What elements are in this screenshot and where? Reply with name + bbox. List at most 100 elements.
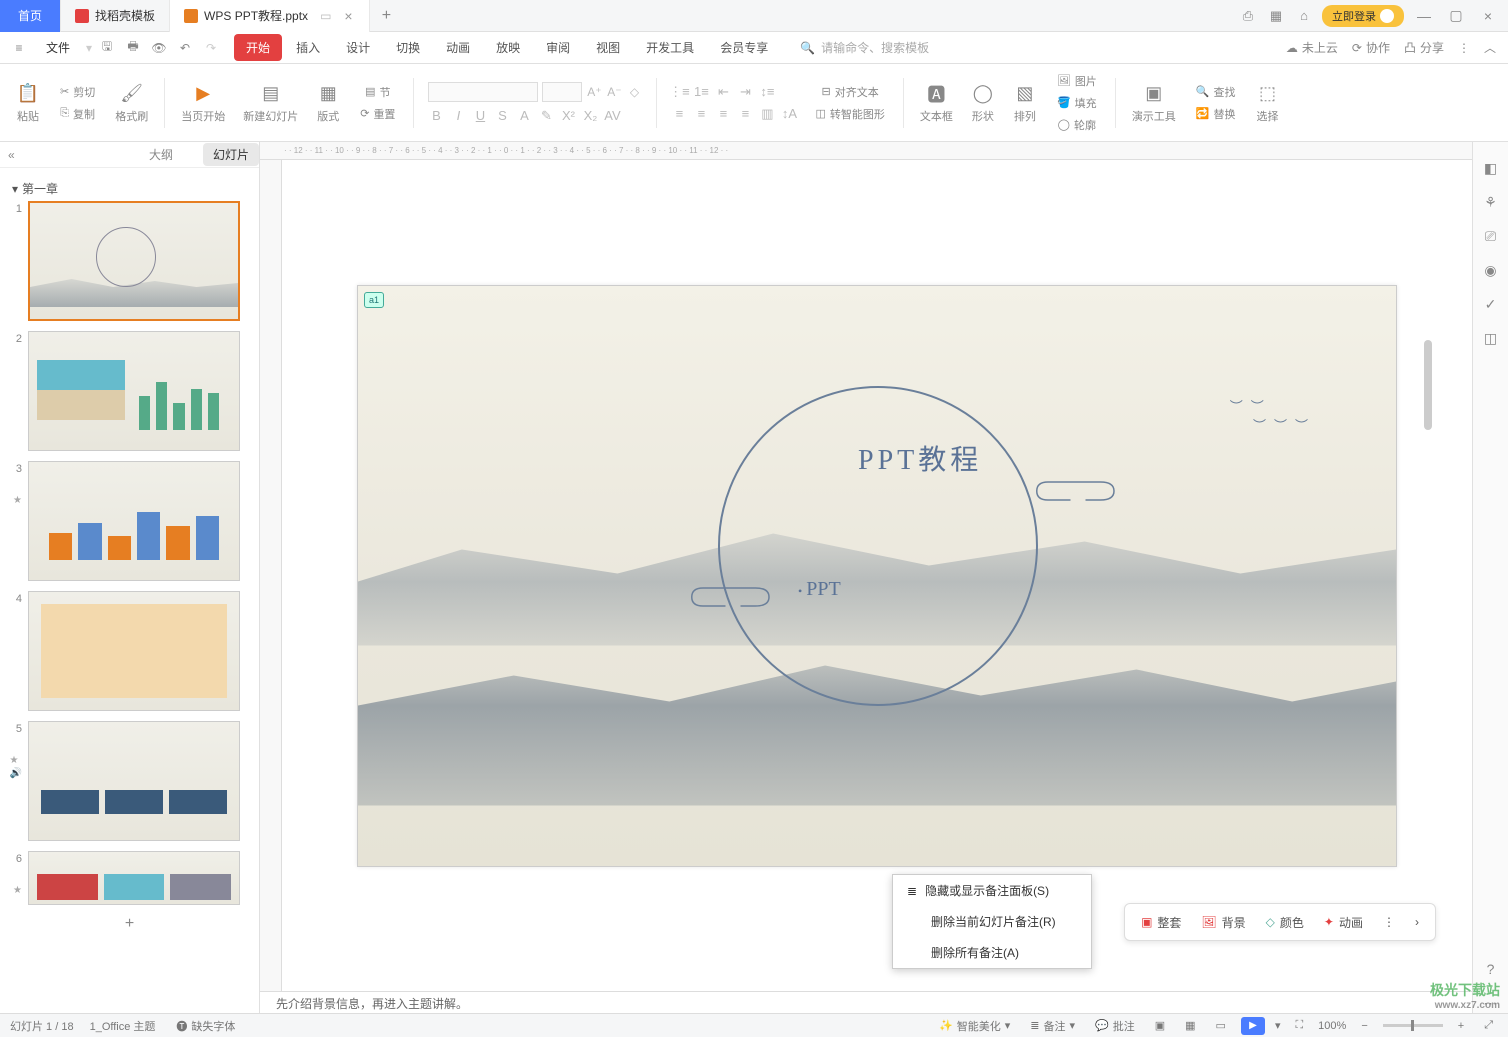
slide-thumb-5[interactable] [28,721,240,841]
rp-resource-icon[interactable]: ◉ [1481,260,1501,280]
missing-font-button[interactable]: 🅣缺失字体 [171,1016,240,1036]
section-header[interactable]: ▾第一章 [6,176,253,201]
menu-tab-animation[interactable]: 动画 [434,34,482,61]
chevron-down-icon[interactable]: ▾ [1275,1019,1281,1032]
menu-tab-insert[interactable]: 插入 [284,34,332,61]
tab-home[interactable]: 首页 [0,0,61,32]
tab-outline[interactable]: 大纲 [139,143,183,166]
slide-thumb-4[interactable] [28,591,240,711]
font-size-input[interactable] [542,82,582,102]
qb-more-icon[interactable]: ⋮ [1375,911,1403,933]
fullscreen-icon[interactable]: ⤢ [1479,1017,1498,1034]
new-slide-button[interactable]: ▤新建幻灯片 [237,78,304,128]
slide-thumb-1[interactable] [28,201,240,321]
textbox-button[interactable]: 🅰文本框 [914,78,959,128]
align-right-icon[interactable]: ≡ [715,106,731,122]
collapse-ribbon-icon[interactable]: ︿ [1484,39,1496,56]
increase-font-icon[interactable]: A⁺ [586,84,602,100]
rp-layout-icon[interactable]: ◫ [1481,328,1501,348]
align-justify-icon[interactable]: ≡ [737,106,753,122]
more-icon[interactable]: ⋮ [1458,41,1470,55]
menu-tab-design[interactable]: 设计 [334,34,382,61]
menu-tab-transition[interactable]: 切换 [384,34,432,61]
scrollbar-thumb[interactable] [1424,340,1432,430]
qb-next-icon[interactable]: › [1407,911,1427,933]
cm-del-current[interactable]: 删除当前幻灯片备注(R) [893,906,1091,937]
login-button[interactable]: 立即登录 [1322,5,1404,27]
zoom-value[interactable]: 100% [1318,1020,1346,1032]
collapse-sidebar-icon[interactable]: « [0,148,23,162]
tab-add[interactable]: + [370,7,402,25]
slide-thumb-2[interactable] [28,331,240,451]
italic-icon[interactable]: I [450,108,466,124]
line-spacing-icon[interactable]: ↕≡ [759,84,775,100]
comments-button[interactable]: 💬批注 [1090,1016,1140,1036]
slideshow-play-button[interactable]: ▶ [1241,1017,1265,1035]
print-icon[interactable]: 🖶 [122,37,144,59]
view-reading-icon[interactable]: ▭ [1211,1017,1231,1034]
cloud-status[interactable]: ☁未上云 [1286,39,1338,56]
zoom-slider[interactable] [1383,1024,1443,1027]
close-button[interactable]: × [1476,4,1500,28]
slide-thumb-6[interactable] [28,851,240,905]
reset-button[interactable]: ⟳重置 [356,104,399,124]
smart-beautify-button[interactable]: ✨智能美化▾ [934,1016,1015,1036]
zoom-in-icon[interactable]: + [1453,1018,1469,1034]
replace-button[interactable]: 🔁替换 [1192,104,1240,124]
rp-style-icon[interactable]: ⚘ [1481,192,1501,212]
align-text-button[interactable]: ⊟对齐文本 [818,82,883,102]
present-tools-button[interactable]: ▣演示工具 [1126,78,1182,128]
font-family-input[interactable] [428,82,538,102]
home-icon[interactable]: ⌂ [1294,7,1314,25]
bold-icon[interactable]: B [428,108,444,124]
outline-button[interactable]: ◯轮廓 [1054,115,1100,135]
indent-dec-icon[interactable]: ⇤ [715,84,731,100]
format-painter-button[interactable]: 🖌格式刷 [109,78,154,128]
share-button[interactable]: 凸分享 [1404,39,1444,56]
tab-menu-icon[interactable]: ▭ [320,9,331,23]
cut-button[interactable]: ✂剪切 [56,82,99,102]
menu-tab-dev[interactable]: 开发工具 [634,34,706,61]
save-icon[interactable]: 🖫 [96,37,118,59]
highlight-icon[interactable]: ✎ [538,108,554,124]
paste-button[interactable]: 📋粘贴 [10,78,46,128]
maximize-button[interactable]: ▢ [1444,4,1468,28]
tab-document[interactable]: WPS PPT教程.pptx ▭ × [170,0,370,32]
subscript-icon[interactable]: X₂ [582,108,598,124]
undo-icon[interactable]: ↶ [174,37,196,59]
vertical-scrollbar[interactable] [1424,340,1434,891]
file-menu[interactable]: 文件 [34,36,82,59]
slide-subtitle[interactable]: PPT [798,578,841,601]
align-left-icon[interactable]: ≡ [671,106,687,122]
to-smart-button[interactable]: ◫转智能图形 [811,104,888,124]
cm-del-all[interactable]: 删除所有备注(A) [893,937,1091,968]
from-current-button[interactable]: ▶当页开始 [175,78,231,128]
view-normal-icon[interactable]: ▣ [1150,1017,1170,1034]
columns-icon[interactable]: ▥ [759,106,775,122]
redo-icon[interactable]: ↷ [200,37,222,59]
rp-checker-icon[interactable]: ✓ [1481,294,1501,314]
command-search[interactable]: 🔍 请输命令、搜索模板 [800,39,929,56]
qb-anim[interactable]: ✦动画 [1316,910,1371,935]
font-color-icon[interactable]: A [516,108,532,124]
slide-title[interactable]: PPT教程 [858,438,982,478]
section-button[interactable]: ▤节 [361,82,394,102]
close-icon[interactable]: × [341,9,355,23]
menu-tab-start[interactable]: 开始 [234,34,282,61]
bullets-icon[interactable]: ⋮≡ [671,84,687,100]
rp-help-icon[interactable]: ? [1481,959,1501,979]
qb-bg[interactable]: 🖼背景 [1193,910,1253,935]
fill-button[interactable]: 🪣填充 [1053,93,1101,113]
rp-settings-icon[interactable]: ⎚ [1481,226,1501,246]
select-button[interactable]: ⬚选择 [1250,78,1286,128]
qb-color[interactable]: ◇颜色 [1258,910,1312,935]
zoom-out-icon[interactable]: − [1356,1018,1372,1034]
minimize-button[interactable]: — [1412,4,1436,28]
menu-tab-member[interactable]: 会员专享 [708,34,780,61]
cm-toggle-notes[interactable]: ≣隐藏或显示备注面板(S) [893,875,1091,906]
reader-icon[interactable]: ⎙ [1238,7,1258,25]
notes-button[interactable]: ≣备注▾ [1025,1016,1080,1036]
char-spacing-icon[interactable]: AV [604,108,620,124]
align-center-icon[interactable]: ≡ [693,106,709,122]
comment-badge[interactable]: a1 [364,292,384,308]
